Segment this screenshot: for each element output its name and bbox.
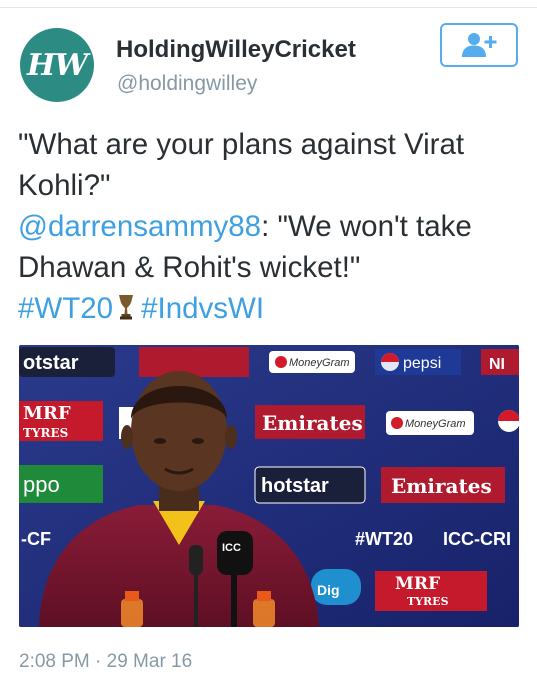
tweet-media-photo[interactable]: otstar MoneyGram pepsi NI MRF TYRES Emir… — [19, 345, 519, 627]
sponsor-text: pepsi — [403, 355, 441, 372]
sponsor-text: Emirates — [391, 474, 492, 498]
sponsor-text: #WT20 — [355, 529, 413, 549]
sponsor-text: TYRES — [23, 426, 68, 440]
sponsor-text: hotstar — [261, 475, 329, 497]
sponsor-text: ppo — [23, 472, 60, 497]
tweet-line-2: Kohli?" — [18, 169, 111, 202]
tweet-line-1: "What are your plans against Virat — [18, 128, 465, 161]
tweet-line-4: Dhawan & Rohit's wicket!" — [18, 251, 361, 284]
trophy-icon — [117, 290, 135, 331]
hashtag-line: #WT20 #IndvsWI — [18, 288, 518, 331]
sponsor-text: MRF — [395, 574, 440, 594]
press-conference-photo: otstar MoneyGram pepsi NI MRF TYRES Emir… — [19, 345, 519, 627]
hashtag-wt20[interactable]: #WT20 — [18, 292, 113, 325]
author-handle[interactable]: @holdingwilley — [117, 72, 257, 96]
sponsor-text: ICC — [222, 542, 241, 554]
sponsor-text: MRF — [23, 403, 71, 424]
sponsor-text: NI — [489, 356, 505, 373]
sponsor-text: -CF — [21, 529, 51, 549]
hashtag-indvswi[interactable]: #IndvsWI — [141, 292, 264, 325]
avatar-initials: HW — [26, 47, 88, 83]
tweet-line-3-rest: : "We won't take — [261, 210, 472, 243]
sponsor-text: MoneyGram — [289, 357, 350, 369]
sponsor-text: Emirates — [262, 411, 363, 435]
mention-link[interactable]: @darrensammy88 — [18, 210, 261, 243]
top-divider — [0, 0, 537, 8]
sponsor-text: TYRES — [407, 595, 449, 608]
follow-button[interactable] — [440, 23, 518, 67]
tweet-text: "What are your plans against Virat Kohli… — [18, 124, 518, 331]
sponsor-text: ICC-CRI — [443, 529, 511, 549]
tweet-line-3: @darrensammy88: "We won't take — [18, 206, 518, 247]
author-avatar[interactable]: HW — [20, 28, 94, 102]
sponsor-text: Dig — [317, 582, 340, 598]
sponsor-text: otstar — [23, 352, 79, 374]
add-user-icon — [462, 33, 497, 57]
tweet-timestamp[interactable]: 2:08 PM · 29 Mar 16 — [19, 651, 192, 673]
sponsor-text: MoneyGram — [405, 418, 466, 430]
author-display-name[interactable]: HoldingWilleyCricket — [116, 36, 356, 64]
